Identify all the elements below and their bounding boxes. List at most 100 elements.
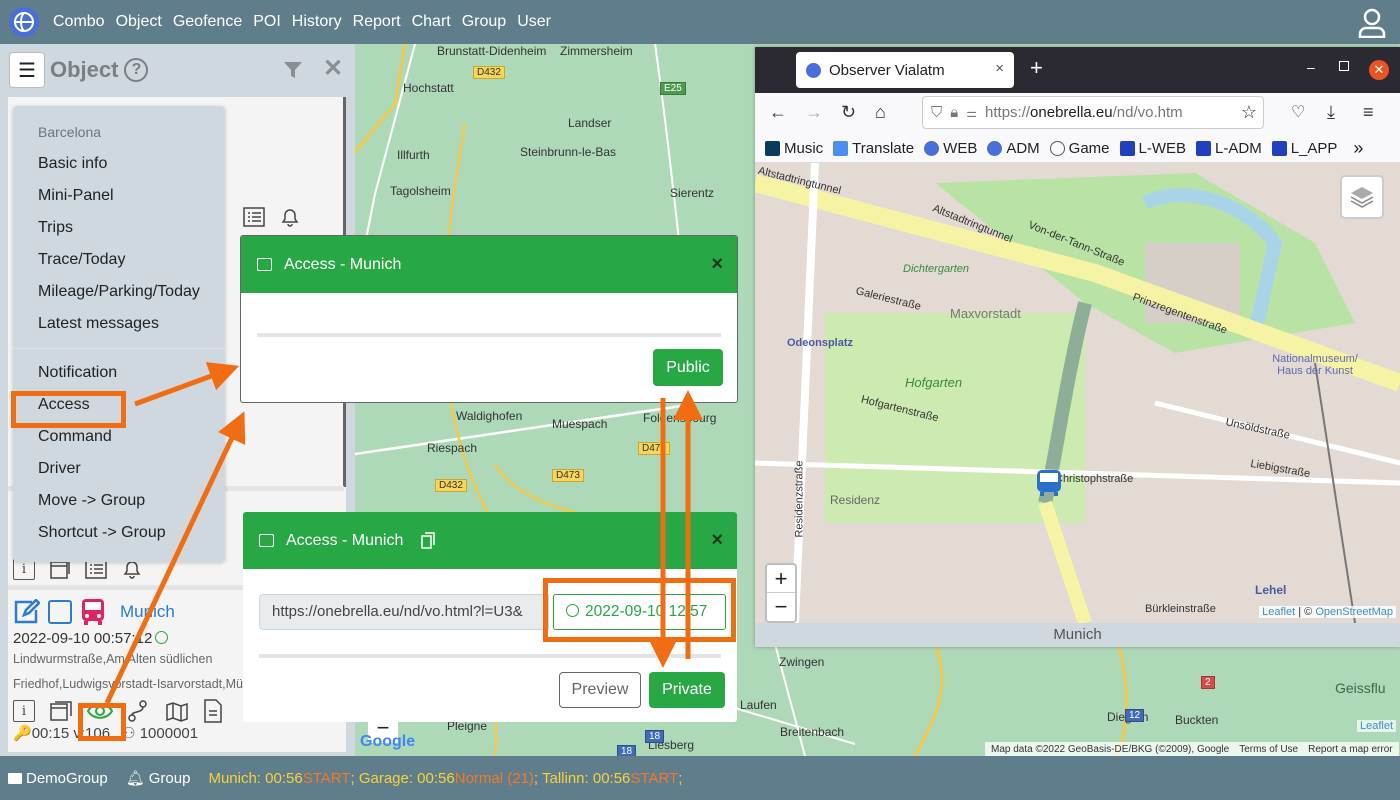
terms-link[interactable]: Terms of Use [1239,744,1298,755]
browser-tab[interactable]: Observer Vialatm × [796,52,1014,88]
osm-map[interactable]: Altstadtringtunnel Altstadtringtunnel Vo… [755,163,1400,623]
shield-icon[interactable]: ⛉ [931,104,942,121]
menu-icon[interactable]: ≡ [1363,102,1374,123]
bookmark-adm[interactable]: ADM [987,140,1040,157]
url-path: /nd/vo.htm [1112,104,1183,121]
menu-item-latest-messages[interactable]: Latest messages [13,308,225,340]
address-bar[interactable]: ⛉ 🔒︎ ⚌ https://onebrella.eu/nd/vo.htm ☆ [922,96,1264,129]
map-place: Waldighofen [456,409,523,423]
menu-item-notification[interactable]: Notification [13,357,225,389]
close-panel-icon[interactable]: ✕ [323,54,343,83]
map-place: Riespach [427,441,478,455]
bookmark-label: ADM [1006,140,1040,157]
map-data-credit: Map data ©2022 GeoBasis-DE/BKG (©2009), … [991,743,1230,755]
menu-item-trace-today[interactable]: Trace/Today [13,244,225,276]
bookmark-star-icon[interactable]: ☆ [1241,102,1257,123]
globe-logo-icon[interactable] [9,7,39,37]
bus-marker-icon[interactable] [1035,468,1063,498]
document-icon[interactable] [203,699,223,723]
bookmark-game[interactable]: Game [1049,140,1110,157]
bookmarks-bar: Music Translate WEB ADM Game L-WEB L-ADM… [755,135,1400,163]
divider [257,333,721,337]
menu-item-shortcut-group[interactable]: Shortcut -> Group [13,517,225,549]
close-icon[interactable]: × [711,253,723,276]
bookmark-l-adm[interactable]: L-ADM [1196,140,1262,157]
window-close-button[interactable]: ✕ [1369,60,1389,80]
nav-combo[interactable]: Combo [53,13,105,31]
menu-item-trips[interactable]: Trips [13,212,225,244]
highlight-eye-icon [78,703,126,741]
filter-icon[interactable] [283,60,303,80]
bookmark-translate[interactable]: Translate [833,140,914,157]
close-icon[interactable]: × [711,529,723,552]
layers-button[interactable] [1340,175,1384,219]
browser-window: Observer Vialatm × + – ✕ ← → ↻ ⌂ ⛉ 🔒︎ ⚌ … [755,47,1400,647]
road-shield: D473 [638,442,670,455]
private-button[interactable]: Private [649,672,725,708]
nav-report[interactable]: Report [353,13,401,31]
bell-icon: 🔔︎ [125,770,145,787]
map-icon[interactable] [165,699,189,723]
menu-item-driver[interactable]: Driver [13,453,225,485]
edit-icon[interactable] [12,599,40,625]
bookmark-l-web[interactable]: L-WEB [1119,140,1186,157]
nav-poi[interactable]: POI [253,13,281,31]
group-selector[interactable]: DemoGroup [8,770,108,787]
osm-link[interactable]: OpenStreetMap [1315,606,1393,618]
help-icon[interactable]: ? [124,58,149,82]
route-icon[interactable] [127,699,151,723]
nav-history[interactable]: History [292,13,342,31]
back-icon[interactable]: ← [769,102,787,123]
hamburger-menu-button[interactable]: ☰ [9,52,45,88]
group-alerts[interactable]: 🔔︎ Group [125,769,191,788]
preview-button[interactable]: Preview [559,672,641,708]
road-shield: 2 [1201,676,1215,689]
attribution-separator: | © [1295,606,1316,618]
leaflet-link[interactable]: Leaflet [1357,720,1397,732]
share-url-field[interactable]: https://onebrella.eu/nd/vo.html?l=U3& [259,594,549,630]
select-checkbox[interactable] [48,600,72,624]
zoom-out-button[interactable]: − [767,593,795,621]
copy-icon[interactable] [421,532,436,549]
nav-geofence[interactable]: Geofence [173,13,242,31]
bookmark-label: Game [1068,140,1110,157]
bell-icon[interactable] [279,206,301,228]
user-icon[interactable] [1358,8,1386,38]
new-tab-button[interactable]: + [1030,55,1043,81]
menu-item-basic-info[interactable]: Basic info [13,148,225,180]
bookmark-web[interactable]: WEB [924,140,977,157]
window-icon[interactable] [49,700,73,722]
panel-title: Object [50,57,119,82]
nav-group[interactable]: Group [462,13,506,31]
bookmark-l-app[interactable]: L_APP [1271,140,1337,157]
list-icon[interactable] [85,559,107,579]
home-icon[interactable]: ⌂ [875,102,886,123]
report-error-link[interactable]: Report a map error [1308,744,1392,755]
pocket-icon[interactable]: ♡ [1291,102,1305,122]
nav-user[interactable]: User [517,13,551,31]
bookmark-music[interactable]: Music [765,140,823,157]
close-tab-icon[interactable]: × [995,60,1004,77]
list-icon[interactable] [243,207,265,227]
download-icon[interactable]: ⤓ [1327,102,1335,123]
lock-icon[interactable]: 🔒︎ [950,104,958,121]
minimize-button[interactable]: – [1307,59,1315,75]
nav-object[interactable]: Object [116,13,162,31]
globe-bookmark-icon [987,141,1003,156]
reload-icon[interactable]: ↻ [841,102,856,123]
object-name-link[interactable]: Munich [120,602,175,622]
menu-item-move-group[interactable]: Move -> Group [13,485,225,517]
info-icon[interactable]: i [13,700,35,722]
menu-item-mini-panel[interactable]: Mini-Panel [13,180,225,212]
nav-chart[interactable]: Chart [412,13,451,31]
permissions-icon[interactable]: ⚌ [966,106,977,120]
leaflet-link[interactable]: Leaflet [1262,606,1295,618]
menu-item-mileage[interactable]: Mileage/Parking/Today [13,276,225,308]
maximize-button[interactable] [1339,61,1349,71]
zoom-in-button[interactable]: + [767,565,795,593]
bookmarks-overflow-icon[interactable]: » [1353,138,1363,159]
forward-icon[interactable]: → [805,102,823,123]
clock-icon [155,631,169,644]
map-place: Breitenbach [780,725,845,739]
public-button[interactable]: Public [653,349,723,386]
